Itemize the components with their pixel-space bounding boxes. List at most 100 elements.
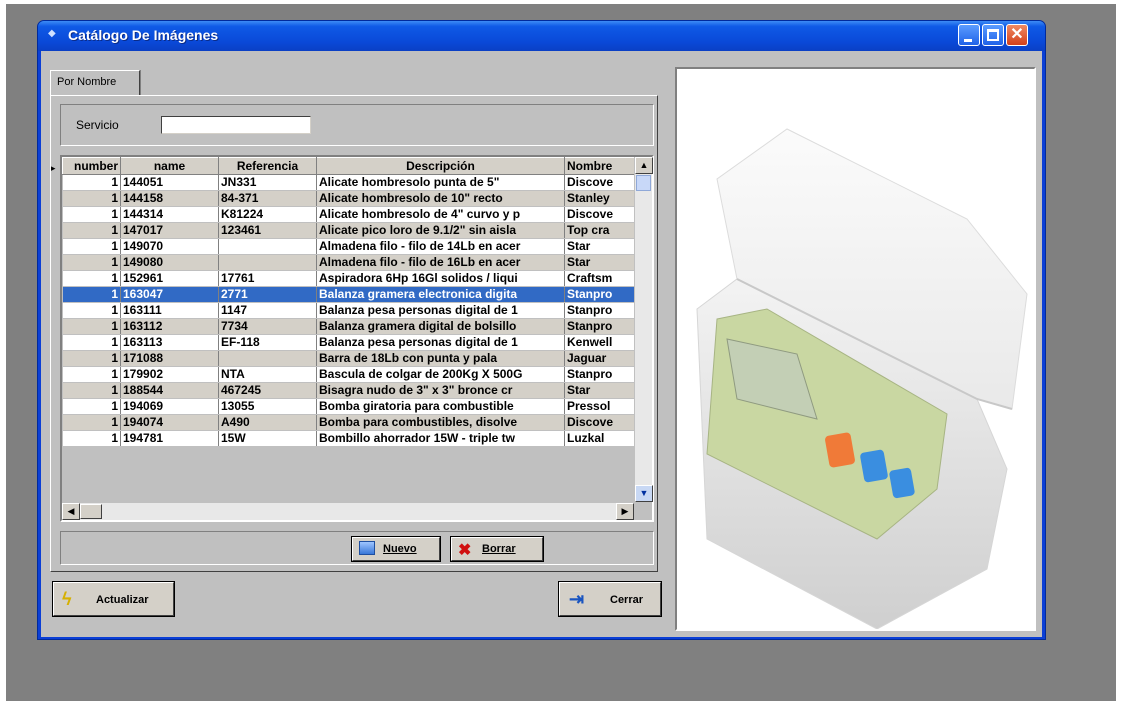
column-header-descripcion[interactable]: Descripción	[316, 157, 565, 175]
cell-descripcion[interactable]: Balanza pesa personas digital de 1	[316, 334, 565, 351]
scroll-left-arrow-icon[interactable]: ◀	[62, 503, 80, 520]
cell-nombre[interactable]: Luzkal	[564, 430, 635, 447]
cell-number[interactable]: 1	[62, 398, 121, 415]
cell-name[interactable]: 149080	[120, 254, 219, 271]
horizontal-scroll-thumb[interactable]	[80, 504, 102, 519]
cell-nombre[interactable]: Star	[564, 382, 635, 399]
column-header-referencia[interactable]: Referencia	[218, 157, 317, 175]
cell-nombre[interactable]: Stanpro	[564, 302, 635, 319]
column-header-nombre[interactable]: Nombre	[564, 157, 635, 175]
cell-name[interactable]: 163113	[120, 334, 219, 351]
cell-number[interactable]: 1	[62, 254, 121, 271]
cell-referencia[interactable]	[218, 350, 317, 367]
table-row[interactable]: 1 163111 1147 Balanza pesa personas digital…	[62, 302, 635, 319]
cell-name[interactable]: 152961	[120, 270, 219, 287]
cell-referencia[interactable]: 7734	[218, 318, 317, 335]
cell-name[interactable]: 163111	[120, 302, 219, 319]
table-row[interactable]: 1 163047 2771 Balanza gramera electronica d…	[62, 286, 635, 303]
table-row[interactable]: 1 144051 JN331 Alicate hombresolo punta de …	[62, 174, 635, 191]
cell-referencia[interactable]	[218, 254, 317, 271]
vertical-scrollbar[interactable]: ▲ ▼	[634, 157, 653, 502]
maximize-button[interactable]	[982, 24, 1004, 46]
cell-number[interactable]: 1	[62, 302, 121, 319]
cell-descripcion[interactable]: Almadena filo - filo de 16Lb en acer	[316, 254, 565, 271]
table-row[interactable]: 1 171088 Barra de 18Lb con punta y pala Jag…	[62, 350, 635, 367]
cell-name[interactable]: 147017	[120, 222, 219, 239]
cell-name[interactable]: 144158	[120, 190, 219, 207]
cell-descripcion[interactable]: Alicate hombresolo de 10" recto	[316, 190, 565, 207]
cell-name[interactable]: 194781	[120, 430, 219, 447]
cell-referencia[interactable]: EF-118	[218, 334, 317, 351]
scroll-up-arrow-icon[interactable]: ▲	[635, 157, 653, 174]
cell-referencia[interactable]: 84-371	[218, 190, 317, 207]
cell-referencia[interactable]: 17761	[218, 270, 317, 287]
column-header-number[interactable]: number	[62, 157, 121, 175]
cell-name[interactable]: 194069	[120, 398, 219, 415]
cell-name[interactable]: 188544	[120, 382, 219, 399]
cell-referencia[interactable]: 13055	[218, 398, 317, 415]
cell-nombre[interactable]: Discove	[564, 414, 635, 431]
cell-nombre[interactable]: Discove	[564, 206, 635, 223]
scroll-right-arrow-icon[interactable]: ▶	[616, 503, 634, 520]
cell-referencia[interactable]: 1147	[218, 302, 317, 319]
cell-nombre[interactable]: Star	[564, 254, 635, 271]
cell-number[interactable]: 1	[62, 366, 121, 383]
cell-nombre[interactable]: Craftsm	[564, 270, 635, 287]
cell-nombre[interactable]: Top cra	[564, 222, 635, 239]
table-row[interactable]: 1 194069 13055 Bomba giratoria para combust…	[62, 398, 635, 415]
cell-referencia[interactable]: A490	[218, 414, 317, 431]
cell-nombre[interactable]: Star	[564, 238, 635, 255]
close-button[interactable]: ✕	[1006, 24, 1028, 46]
cell-nombre[interactable]: Stanpro	[564, 366, 635, 383]
cell-referencia[interactable]: 2771	[218, 286, 317, 303]
cerrar-button[interactable]: ⇥ Cerrar	[558, 581, 662, 617]
table-row[interactable]: 1 163113 EF-118 Balanza pesa personas digit…	[62, 334, 635, 351]
table-row[interactable]: 1 149070 Almadena filo - filo de 14Lb en a…	[62, 238, 635, 255]
table-row[interactable]: 1 188544 467245 Bisagra nudo de 3" x 3" bro…	[62, 382, 635, 399]
cell-descripcion[interactable]: Aspiradora 6Hp 16Gl solidos / liqui	[316, 270, 565, 287]
cell-name[interactable]: 144314	[120, 206, 219, 223]
cell-number[interactable]: 1	[62, 270, 121, 287]
cell-descripcion[interactable]: Bascula de colgar de 200Kg X 500G	[316, 366, 565, 383]
cell-descripcion[interactable]: Balanza gramera digital de bolsillo	[316, 318, 565, 335]
table-row[interactable]: 1 194781 15W Bombillo ahorrador 15W - tripl…	[62, 430, 635, 447]
cell-name[interactable]: 179902	[120, 366, 219, 383]
table-row[interactable]: 1 144314 K81224 Alicate hombresolo de 4" cu…	[62, 206, 635, 223]
table-row[interactable]: 1 149080 Almadena filo - filo de 16Lb en a…	[62, 254, 635, 271]
cell-descripcion[interactable]: Bisagra nudo de 3" x 3" bronce cr	[316, 382, 565, 399]
cell-descripcion[interactable]: Bomba giratoria para combustible	[316, 398, 565, 415]
table-row[interactable]: 1 144158 84-371 Alicate hombresolo de 10" r…	[62, 190, 635, 207]
cell-number[interactable]: 1	[62, 190, 121, 207]
cell-descripcion[interactable]: Balanza gramera electronica digita	[316, 286, 565, 303]
servicio-input[interactable]	[161, 116, 311, 134]
cell-nombre[interactable]: Stanpro	[564, 286, 635, 303]
cell-nombre[interactable]: Kenwell	[564, 334, 635, 351]
cell-number[interactable]: 1	[62, 382, 121, 399]
table-row[interactable]: 1 152961 17761 Aspiradora 6Hp 16Gl solidos …	[62, 270, 635, 287]
table-row[interactable]: 1 179902 NTA Bascula de colgar de 200Kg X 5…	[62, 366, 635, 383]
cell-nombre[interactable]: Discove	[564, 174, 635, 191]
cell-number[interactable]: 1	[62, 206, 121, 223]
title-bar[interactable]: ◆ Catálogo De Imágenes ✕	[38, 21, 1045, 51]
cell-referencia[interactable]: 123461	[218, 222, 317, 239]
cell-name[interactable]: 194074	[120, 414, 219, 431]
cell-number[interactable]: 1	[62, 286, 121, 303]
cell-descripcion[interactable]: Bombillo ahorrador 15W - triple tw	[316, 430, 565, 447]
borrar-button[interactable]: ✖ Borrar	[450, 536, 544, 562]
table-row[interactable]: 1 194074 A490 Bomba para combustibles, diso…	[62, 414, 635, 431]
cell-number[interactable]: 1	[62, 238, 121, 255]
cell-number[interactable]: 1	[62, 222, 121, 239]
table-row[interactable]: 1 163112 7734 Balanza gramera digital de bo…	[62, 318, 635, 335]
cell-referencia[interactable]: 15W	[218, 430, 317, 447]
table-row[interactable]: 1 147017 123461 Alicate pico loro de 9.1/2"…	[62, 222, 635, 239]
cell-number[interactable]: 1	[62, 430, 121, 447]
cell-name[interactable]: 163047	[120, 286, 219, 303]
cell-name[interactable]: 144051	[120, 174, 219, 191]
cell-nombre[interactable]: Jaguar	[564, 350, 635, 367]
cell-descripcion[interactable]: Alicate hombresolo punta de 5"	[316, 174, 565, 191]
cell-number[interactable]: 1	[62, 318, 121, 335]
cell-referencia[interactable]: 467245	[218, 382, 317, 399]
actualizar-button[interactable]: ϟ Actualizar	[52, 581, 175, 617]
data-grid[interactable]: ▸ number name Referencia Descripción Nom…	[51, 155, 654, 522]
cell-number[interactable]: 1	[62, 334, 121, 351]
